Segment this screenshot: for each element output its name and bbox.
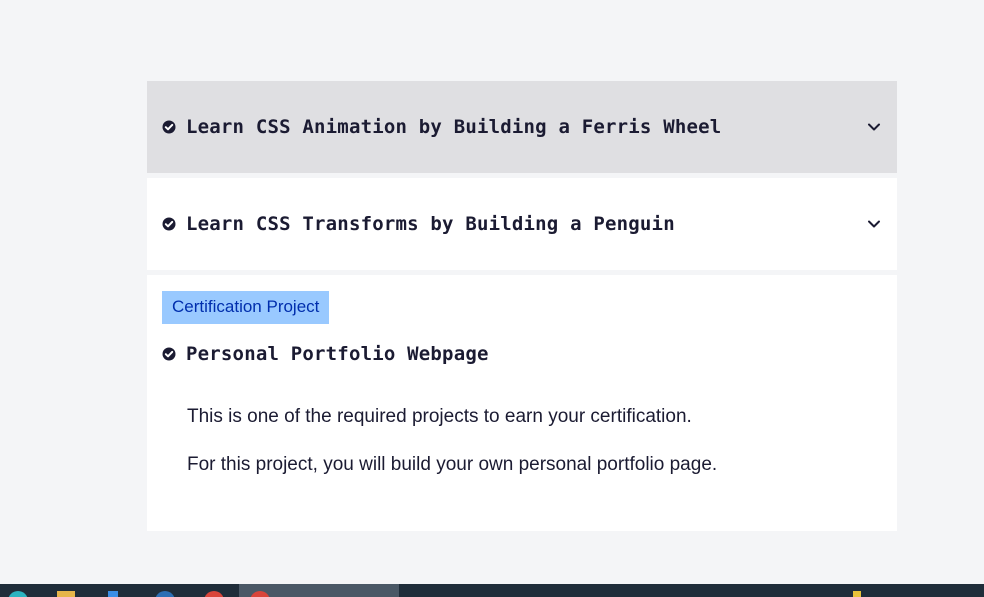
curriculum-blocks: Learn CSS Animation by Building a Ferris… [147,81,897,531]
block-ferris-wheel[interactable]: Learn CSS Animation by Building a Ferris… [147,81,897,173]
certification-description: This is one of the required projects to … [162,405,882,477]
browser-icon [250,591,270,597]
block-title: Learn CSS Animation by Building a Ferris… [186,116,722,138]
block-title: Learn CSS Transforms by Building a Pengu… [186,213,675,235]
check-circle-icon [162,217,176,231]
app-icon[interactable] [204,591,224,597]
certification-badge: Certification Project [162,291,330,324]
description-paragraph: This is one of the required projects to … [187,406,692,427]
chevron-down-icon [867,217,881,231]
check-circle-icon [162,120,176,134]
app-icon[interactable] [155,591,175,597]
check-circle-icon [162,347,176,361]
certification-project-block: Certification Project Personal Portfolio… [147,275,897,531]
certification-title: Personal Portfolio Webpage [186,343,489,365]
start-icon[interactable] [8,591,28,597]
store-icon[interactable] [108,591,118,597]
description-paragraph: For this project, you will build your ow… [187,454,718,475]
page: Learn CSS Animation by Building a Ferris… [0,0,984,597]
folder-icon[interactable] [57,591,75,597]
certification-title-link[interactable]: Personal Portfolio Webpage [162,343,882,365]
chevron-down-icon [867,120,881,134]
os-taskbar [0,584,984,597]
active-taskbar-item[interactable] [239,584,399,597]
block-penguin[interactable]: Learn CSS Transforms by Building a Pengu… [147,178,897,270]
tray-icon[interactable] [853,591,861,597]
